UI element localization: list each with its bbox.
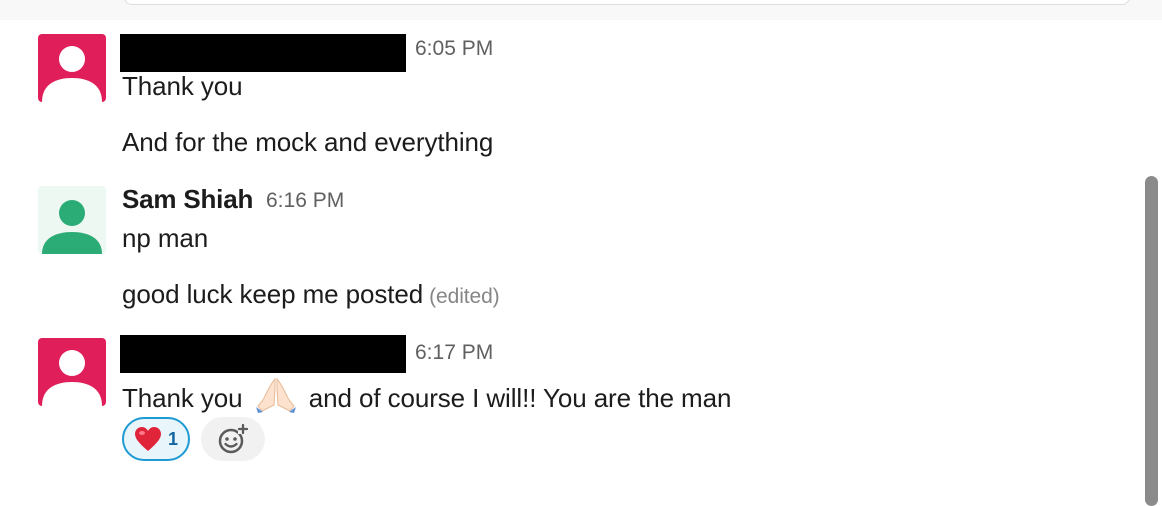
message-text-after-emoji: and of course I will!! You are the man — [308, 383, 732, 413]
message-input-edge[interactable] — [124, 0, 1130, 5]
message-text: And for the mock and everything — [122, 127, 494, 157]
message-text-before-emoji: Thank you — [122, 383, 243, 413]
user-avatar[interactable] — [38, 338, 106, 406]
user-avatar[interactable] — [38, 34, 106, 102]
person-icon — [42, 46, 102, 102]
user-avatar[interactable] — [38, 186, 106, 254]
message-text: good luck keep me posted (edited) — [122, 279, 500, 310]
heart-reaction-button[interactable]: 1 — [122, 417, 190, 461]
message-text-content: good luck keep me posted — [122, 279, 424, 309]
person-icon — [42, 350, 102, 406]
scrollbar-thumb[interactable] — [1145, 176, 1158, 506]
red-heart-emoji — [134, 427, 161, 451]
reaction-count: 1 — [167, 428, 178, 449]
sender-name[interactable]: Sam Shiah — [122, 184, 253, 215]
redacted-sender-name — [120, 34, 406, 72]
edited-label: (edited) — [429, 285, 500, 308]
add-reaction-button[interactable] — [201, 417, 265, 461]
message-text: np man — [122, 223, 209, 253]
message-timestamp[interactable]: 6:17 PM — [415, 341, 493, 365]
message-text: Thank you and of course I will!! You are… — [122, 375, 731, 420]
redacted-sender-name — [120, 335, 406, 373]
folded-hands-emoji — [254, 375, 298, 420]
message-text: Thank you — [122, 71, 243, 101]
message-timestamp[interactable]: 6:05 PM — [415, 37, 493, 61]
add-reaction-icon — [218, 423, 249, 454]
person-icon — [42, 200, 102, 254]
message-timestamp[interactable]: 6:16 PM — [266, 189, 344, 213]
